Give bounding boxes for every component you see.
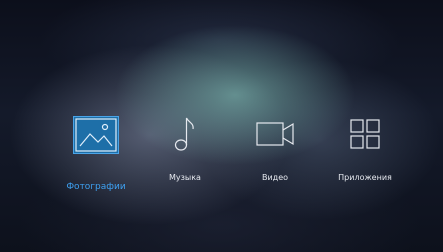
app-label-video: Видео xyxy=(261,173,289,182)
app-tile-apps[interactable]: Приложения xyxy=(317,112,413,192)
video-camera-icon xyxy=(250,112,300,156)
app-tile-music[interactable]: Музыка xyxy=(137,112,233,192)
music-note-icon xyxy=(160,112,210,156)
app-launcher-row: Фотографии Музыка Видео Приложения xyxy=(0,112,443,202)
app-label-apps: Приложения xyxy=(338,173,392,182)
app-tile-photos[interactable]: Фотографии xyxy=(48,112,144,192)
home-screen: Фотографии Музыка Видео Приложения xyxy=(0,0,443,252)
apps-grid-icon xyxy=(340,112,390,156)
photos-icon xyxy=(73,116,119,154)
app-label-photos: Фотографии xyxy=(66,182,126,192)
app-label-music: Музыка xyxy=(169,173,201,182)
app-tile-video[interactable]: Видео xyxy=(227,112,323,192)
